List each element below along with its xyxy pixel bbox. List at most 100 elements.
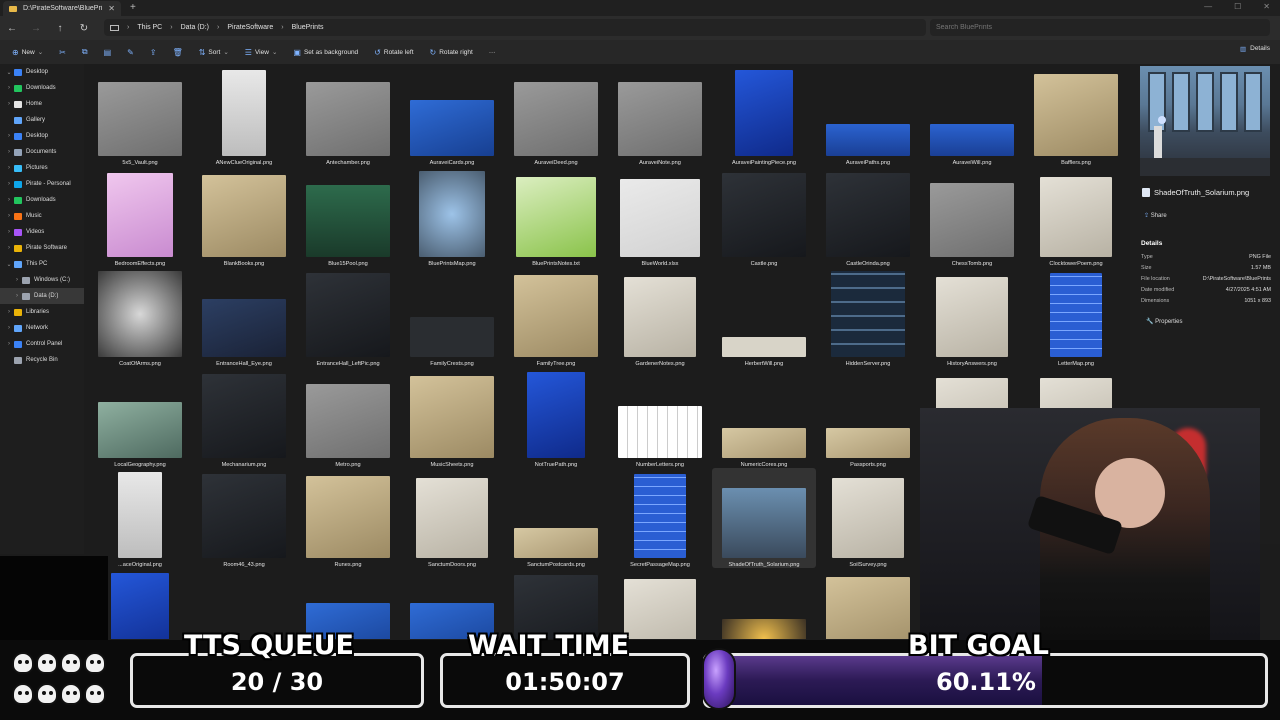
cut-button[interactable]: ✂ (53, 43, 72, 61)
file-item[interactable]: ShadeOfTruth_Solarium.png (712, 468, 816, 568)
file-item[interactable]: Metro.png (296, 368, 400, 468)
file-item[interactable]: Room46_43.png (192, 468, 296, 568)
file-item[interactable] (296, 569, 400, 639)
window-tab[interactable]: D:\PirateSoftware\BluePrints ✕ (3, 1, 121, 16)
chevron-icon[interactable]: › (4, 325, 14, 331)
more-options-button[interactable]: ··· (483, 43, 502, 61)
breadcrumb-this-pc[interactable]: This PC (137, 24, 162, 31)
file-item[interactable]: Blue15Pool.png (296, 167, 400, 267)
chevron-icon[interactable]: ⌄ (4, 261, 14, 268)
chevron-icon[interactable]: › (4, 165, 14, 171)
file-item[interactable]: LocalGeography.png (88, 368, 192, 468)
new-button[interactable]: ⊕ New ⌄ (6, 43, 49, 61)
file-item[interactable]: SoilSurvey.png (816, 468, 920, 568)
chevron-icon[interactable]: › (4, 85, 14, 91)
chevron-icon[interactable]: › (4, 245, 14, 251)
sidebar-item[interactable]: › Libraries (0, 304, 84, 320)
file-item[interactable]: BluePrintsNotes.txt (504, 167, 608, 267)
forward-arrow-icon[interactable]: → (24, 23, 48, 34)
file-item[interactable] (504, 569, 608, 639)
file-item[interactable] (816, 569, 920, 639)
new-tab-button[interactable]: + (130, 2, 136, 13)
file-item[interactable]: CastleOrinda.png (816, 167, 920, 267)
sidebar-item[interactable]: › Pirate Software (0, 240, 84, 256)
chevron-icon[interactable]: › (12, 293, 22, 299)
file-item[interactable]: ...aceOriginal.png (88, 468, 192, 568)
file-item[interactable]: HistoryAnswers.png (920, 267, 1024, 367)
file-item[interactable]: Runes.png (296, 468, 400, 568)
maximize-icon[interactable]: ☐ (1234, 2, 1241, 11)
file-item[interactable]: NumericCores.png (712, 368, 816, 468)
file-item[interactable]: SanctumDoors.png (400, 468, 504, 568)
file-item[interactable]: Castle.png (712, 167, 816, 267)
file-item[interactable]: SanctumPostcards.png (504, 468, 608, 568)
sidebar-item[interactable]: › Desktop (0, 128, 84, 144)
chevron-icon[interactable]: › (12, 277, 22, 283)
delete-button[interactable]: 🗑 (167, 43, 189, 61)
file-item[interactable]: HerbertWill.png (712, 267, 816, 367)
rotate-left-button[interactable]: ↺ Rotate left (368, 43, 419, 61)
properties-button[interactable]: 🔧 Properties (1146, 318, 1183, 325)
sidebar-item[interactable]: Gallery (0, 112, 84, 128)
file-item[interactable]: 5x5_Vault.png (88, 66, 192, 166)
file-item[interactable]: ANewClueOriginal.png (192, 66, 296, 166)
set-as-background-button[interactable]: ▣ Set as background (287, 43, 364, 61)
file-item[interactable]: BlankBooks.png (192, 167, 296, 267)
file-item[interactable]: AuraveiNote.png (608, 66, 712, 166)
file-item[interactable]: Bafflers.png (1024, 66, 1126, 166)
close-tab-icon[interactable]: ✕ (108, 4, 115, 13)
sidebar-item[interactable]: › Documents (0, 144, 84, 160)
sidebar-item[interactable]: ⌄ Desktop (0, 64, 84, 80)
chevron-icon[interactable]: › (4, 309, 14, 315)
file-item[interactable] (608, 569, 712, 639)
file-item[interactable]: NumberLetters.png (608, 368, 712, 468)
sidebar-item[interactable]: › Videos (0, 224, 84, 240)
search-input[interactable] (936, 24, 1264, 31)
file-item[interactable]: HiddenServer.png (816, 267, 920, 367)
file-item[interactable]: AuraveiWill.png (920, 66, 1024, 166)
chevron-icon[interactable]: › (4, 197, 14, 203)
share-button[interactable]: ⇪ (144, 43, 163, 61)
view-button[interactable]: ☰ View ⌄ (239, 43, 284, 61)
rename-button[interactable]: ✎ (121, 43, 140, 61)
details-share-button[interactable]: ⇪ Share (1144, 212, 1167, 219)
file-item[interactable]: ClocktowerPoem.png (1024, 167, 1126, 267)
copy-button[interactable]: ⧉ (76, 43, 94, 61)
sidebar-item[interactable]: ⌄ This PC (0, 256, 84, 272)
file-item[interactable] (712, 569, 816, 639)
sidebar-item[interactable]: › Network (0, 320, 84, 336)
file-item[interactable]: FamilyCrests.png (400, 267, 504, 367)
file-item[interactable]: FamilyTree.png (504, 267, 608, 367)
file-item[interactable]: GardenerNotes.png (608, 267, 712, 367)
file-item[interactable]: BedroomEffects.png (88, 167, 192, 267)
sidebar-item[interactable]: › Pirate - Personal (0, 176, 84, 192)
chevron-icon[interactable]: › (4, 149, 14, 155)
chevron-icon[interactable]: › (4, 229, 14, 235)
refresh-icon[interactable]: ↻ (72, 23, 96, 34)
sidebar-item[interactable]: › Home (0, 96, 84, 112)
chevron-icon[interactable]: › (4, 341, 14, 347)
paste-button[interactable]: ▤ (98, 43, 118, 61)
file-item[interactable]: BluePrintsMap.png (400, 167, 504, 267)
sidebar-item[interactable]: › Data (D:) (0, 288, 84, 304)
file-item[interactable]: NotTruePath.png (504, 368, 608, 468)
file-item[interactable] (192, 569, 296, 640)
file-item[interactable]: AuraveiPaintingPiece.png (712, 66, 816, 166)
details-toggle-button[interactable]: ▥ Details (1240, 45, 1270, 53)
file-item[interactable]: AuraveiDeed.png (504, 66, 608, 166)
up-arrow-icon[interactable]: ↑ (48, 23, 72, 34)
file-item[interactable]: Mechanarium.png (192, 368, 296, 468)
file-item[interactable]: BlueWorld.xlsx (608, 167, 712, 267)
file-item[interactable]: ChessTomb.png (920, 167, 1024, 267)
chevron-icon[interactable]: › (4, 213, 14, 219)
file-item[interactable]: AuraveiCards.png (400, 66, 504, 166)
chevron-icon[interactable]: › (4, 133, 14, 139)
breadcrumb-blueprints[interactable]: BluePrints (292, 24, 324, 31)
sidebar-item[interactable]: › Control Panel (0, 336, 84, 352)
chevron-icon[interactable]: › (4, 101, 14, 107)
back-arrow-icon[interactable]: ← (0, 23, 24, 34)
file-item[interactable]: MusicSheets.png (400, 368, 504, 468)
breadcrumb-data-drive[interactable]: Data (D:) (181, 24, 209, 31)
close-window-icon[interactable]: ✕ (1263, 2, 1270, 11)
file-item[interactable]: EntranceHall_Eye.png (192, 267, 296, 367)
